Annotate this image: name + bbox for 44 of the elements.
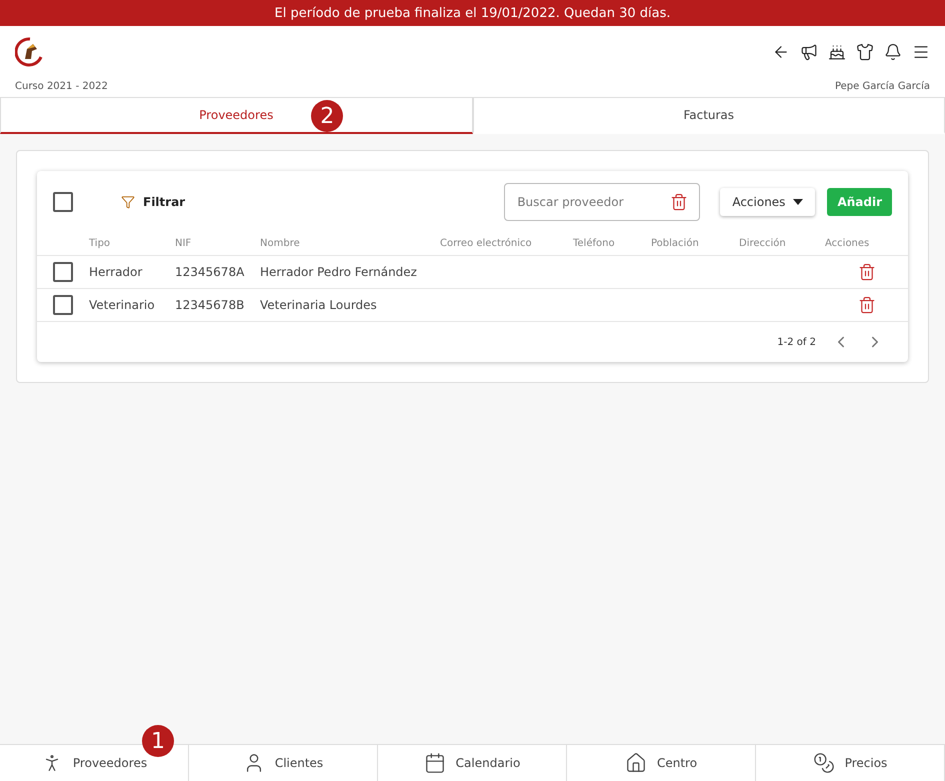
logo-icon xyxy=(15,37,45,67)
table-cell-text: 12345678B xyxy=(175,298,246,312)
calendar-icon xyxy=(424,752,446,774)
column-header: NIF xyxy=(175,238,192,248)
table-cell-text: Veterinaria Lourdes xyxy=(260,298,378,312)
trash-icon[interactable] xyxy=(858,263,876,281)
column-header: Acciones xyxy=(825,238,870,248)
shirt-icon[interactable] xyxy=(856,43,874,61)
column-header: Correo electrónico xyxy=(440,238,533,248)
table-cell-text: Herrador xyxy=(89,265,144,279)
column-header: Nombre xyxy=(260,238,301,248)
select-all-checkbox[interactable] xyxy=(53,192,73,212)
row-checkbox[interactable] xyxy=(53,295,73,315)
nav-item[interactable]: Clientes xyxy=(189,745,378,781)
trash-icon[interactable] xyxy=(670,193,688,211)
column-header: Dirección xyxy=(739,238,787,248)
nav-item[interactable]: Precios xyxy=(756,745,945,781)
caret-icon xyxy=(793,199,804,205)
house-icon xyxy=(624,752,647,774)
search-field[interactable]: Buscar proveedor xyxy=(504,183,700,221)
trash-icon[interactable] xyxy=(858,296,876,314)
tab[interactable]: Facturas xyxy=(472,98,945,134)
bell-icon[interactable] xyxy=(884,43,902,61)
trial-banner: El período de prueba finaliza el 19/01/2022. Quedan 30 días. xyxy=(0,0,945,26)
filter-icon xyxy=(121,195,135,209)
row-checkbox[interactable] xyxy=(53,262,73,282)
table-cell-text: Veterinario xyxy=(89,298,156,312)
course-label: Curso 2021 - 2022 xyxy=(15,81,108,92)
menu-icon[interactable] xyxy=(912,43,930,61)
column-header: Tipo xyxy=(89,238,112,248)
step-badge: 1 xyxy=(142,725,174,757)
column-header: Teléfono xyxy=(573,238,616,248)
user-name: Pepe García García xyxy=(834,81,930,92)
nav-item[interactable]: Centro xyxy=(567,745,756,781)
coins-icon xyxy=(812,752,835,774)
column-header: Población xyxy=(651,238,700,248)
filter-button[interactable]: Filtrar xyxy=(115,194,192,210)
pagination-label: 1-2 of 2 xyxy=(777,336,816,348)
nav-item[interactable]: Calendario xyxy=(378,745,567,781)
actions-dropdown[interactable]: Acciones xyxy=(720,188,816,216)
table-cell-text: 12345678A xyxy=(175,265,246,279)
table-cell-text: Herrador Pedro Fernández xyxy=(260,265,418,279)
megaphone-icon[interactable] xyxy=(800,43,818,61)
step-badge: 2 xyxy=(311,100,344,132)
